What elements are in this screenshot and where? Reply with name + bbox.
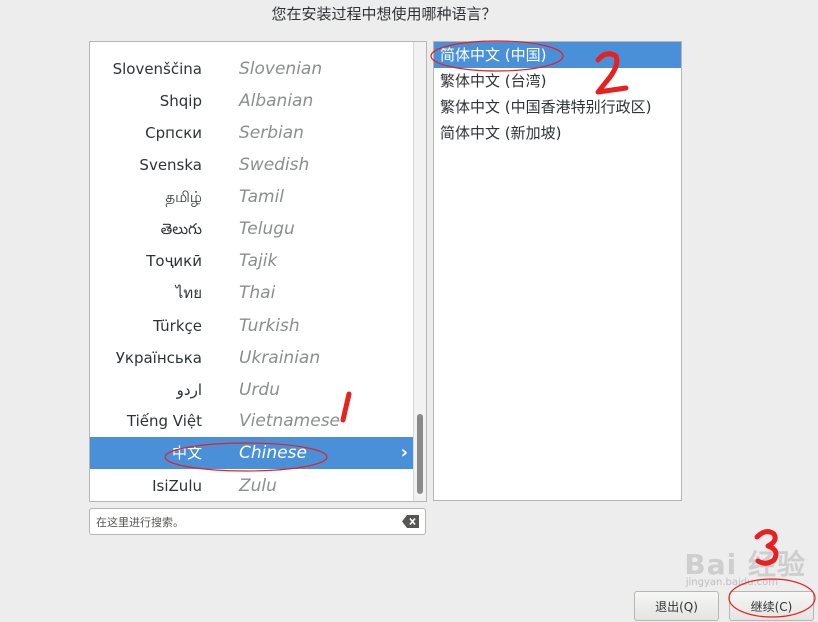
language-row-albanian[interactable]: Shqip Albanian [90, 85, 414, 117]
watermark-url: jingyan.baidu.com [685, 577, 778, 588]
page-title: 您在安装过程中想使用哪种语言？ [271, 5, 497, 23]
language-english-name: Tajik [239, 251, 278, 271]
locale-row-zh-sg[interactable]: 简体中文 (新加坡) [434, 120, 681, 146]
locale-row-zh-hk[interactable]: 繁体中文 (中国香港特别行政区) [434, 94, 681, 120]
language-english-name: Serbian [239, 123, 304, 143]
language-english-name: Urdu [239, 380, 280, 400]
language-native-name: اردو [176, 381, 202, 399]
backspace-clear-icon[interactable] [402, 515, 419, 528]
language-row-vietnamese[interactable]: Tiếng Việt Vietnamese [90, 405, 414, 437]
language-row-serbian[interactable]: Српски Serbian [90, 117, 414, 149]
quit-button[interactable]: 退出(Q) [634, 591, 719, 621]
language-native-name: Shqip [159, 92, 202, 110]
locale-list[interactable]: 简体中文 (中国) 繁体中文 (台湾) 繁体中文 (中国香港特别行政区) 简体中… [433, 41, 682, 501]
language-english-name: Ukrainian [239, 348, 321, 368]
language-english-name: Chinese [239, 443, 307, 463]
language-list[interactable]: Slovenščina Slovenian Shqip Albanian Срп… [89, 41, 427, 502]
language-native-name: Türkçe [153, 317, 202, 335]
continue-button[interactable]: 继续(C) [729, 591, 814, 621]
language-english-name: Zulu [239, 476, 277, 496]
language-list-scrollbar[interactable] [413, 42, 426, 501]
language-english-name: Turkish [239, 316, 300, 336]
language-english-name: Thai [239, 283, 276, 303]
language-english-name: Telugu [239, 219, 295, 239]
language-native-name: IsiZulu [152, 477, 202, 495]
language-row-ukrainian[interactable]: Українська Ukrainian [90, 342, 414, 374]
language-native-name: 中文 [171, 444, 202, 462]
language-native-name: Tiếng Việt [126, 412, 202, 430]
language-native-name: Українська [115, 349, 202, 367]
language-row-thai[interactable]: ไทย Thai [90, 277, 414, 309]
search-input[interactable] [94, 512, 398, 533]
language-english-name: Slovenian [239, 59, 323, 79]
search-box[interactable] [89, 508, 426, 535]
language-row-turkish[interactable]: Türkçe Turkish [90, 310, 414, 342]
language-english-name: Albanian [239, 91, 314, 111]
scrollbar-thumb[interactable] [417, 414, 423, 494]
language-row-swedish[interactable]: Svenska Swedish [90, 149, 414, 181]
language-english-name: Tamil [239, 187, 285, 207]
language-row-zulu[interactable]: IsiZulu Zulu [90, 470, 414, 501]
locale-row-zh-tw[interactable]: 繁体中文 (台湾) [434, 68, 681, 94]
language-native-name: Тоҷикӣ [146, 252, 202, 270]
language-row-tajik[interactable]: Тоҷикӣ Tajik [90, 245, 414, 277]
language-native-name: ไทย [175, 284, 202, 302]
language-english-name: Swedish [239, 155, 310, 175]
language-row-urdu[interactable]: اردو Urdu [90, 374, 414, 406]
language-native-name: Српски [145, 124, 202, 142]
language-native-name: தமிழ் [165, 188, 202, 206]
language-native-name: Svenska [139, 156, 202, 174]
language-row-tamil[interactable]: தமிழ் Tamil [90, 181, 414, 213]
language-native-name: Slovenščina [112, 60, 202, 78]
language-row-telugu[interactable]: తెలుగు Telugu [90, 213, 414, 245]
language-english-name: Vietnamese [239, 411, 341, 431]
language-row-slovenian[interactable]: Slovenščina Slovenian [90, 53, 414, 85]
locale-row-zh-cn[interactable]: 简体中文 (中国) [434, 42, 681, 68]
language-native-name: తెలుగు [160, 220, 202, 238]
chevron-right-icon: › [400, 442, 408, 463]
language-row-chinese[interactable]: 中文 Chinese › [90, 437, 414, 469]
